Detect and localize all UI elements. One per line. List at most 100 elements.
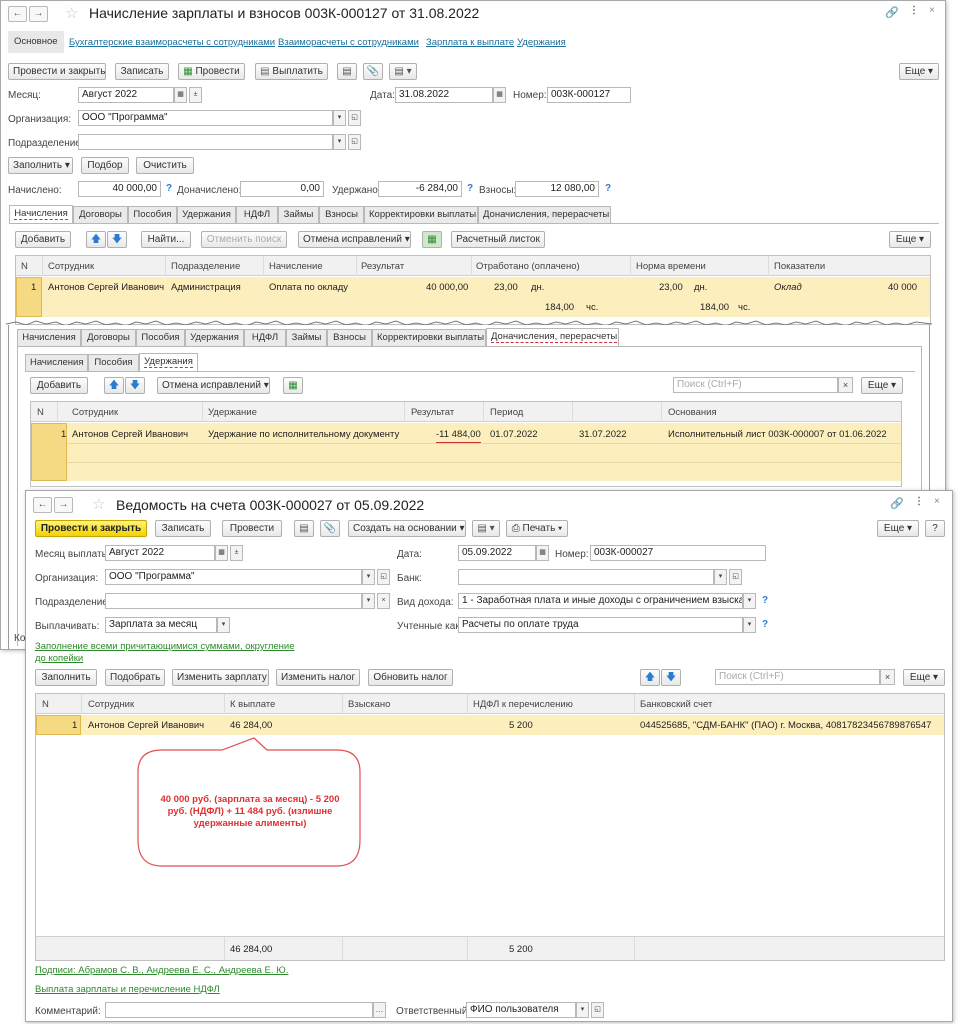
w3-dept-dropdown-icon[interactable]: ▾ <box>362 593 375 609</box>
w3-document-dropdown-icon[interactable]: ▤ ▾ <box>472 520 500 537</box>
w3-fill-button[interactable]: Заполнить <box>35 669 97 686</box>
w3-col-n[interactable]: N <box>42 699 49 710</box>
w3-col-account[interactable]: Банковский счет <box>640 699 712 710</box>
w3-help-button[interactable]: ? <box>925 520 945 537</box>
clear-button[interactable]: Очистить <box>136 157 194 174</box>
w2-tab-accruals[interactable]: Начисления <box>17 329 81 346</box>
col-employee[interactable]: Сотрудник <box>48 261 94 272</box>
w3-income-dropdown-icon[interactable]: ▾ <box>743 593 756 609</box>
nav-tab-settlements[interactable]: Взаиморасчеты с сотрудниками <box>278 37 419 48</box>
cancel-search-button[interactable]: Отменить поиск <box>201 231 287 248</box>
month-field[interactable]: Август 2022 <box>78 87 174 103</box>
w3-report-icon[interactable]: ▤ <box>294 520 314 537</box>
w3-calendar-icon[interactable]: ▦ <box>215 545 228 561</box>
move-down-icon[interactable]: 🡇 <box>107 231 127 248</box>
w3-more-button[interactable]: Еще ▾ <box>877 520 919 537</box>
w3-print-button[interactable]: ⎙ Печать ▾ <box>506 520 568 537</box>
payslip-button[interactable]: Расчетный листок <box>451 231 545 248</box>
w2-more-button[interactable]: Еще ▾ <box>861 377 903 394</box>
contrib-help-icon[interactable]: ? <box>605 183 611 194</box>
w2-table-settings-icon[interactable]: ▦ <box>283 377 303 394</box>
table-row[interactable]: 1 Антонов Сергей Иванович Администрация … <box>16 277 930 317</box>
w2-subtab-benefits[interactable]: Пособия <box>88 354 139 371</box>
calendar-icon[interactable]: ▦ <box>174 87 187 103</box>
w2-table-row[interactable]: 1 Антонов Сергей Иванович Удержание по и… <box>31 423 901 481</box>
col-department[interactable]: Подразделение <box>171 261 240 272</box>
w3-dept-field[interactable] <box>105 593 362 609</box>
w2-tab-contributions[interactable]: Взносы <box>327 329 372 346</box>
w3-favorite-star-icon[interactable]: ☆ <box>92 495 105 513</box>
more-button[interactable]: Еще ▾ <box>899 63 939 80</box>
w3-search-clear-icon[interactable]: × <box>880 669 895 685</box>
col-indicators[interactable]: Показатели <box>774 261 825 272</box>
w2-tab-loans[interactable]: Займы <box>286 329 327 346</box>
post-and-close-button[interactable]: Провести и закрыть <box>8 63 106 80</box>
favorite-star-icon[interactable]: ☆ <box>65 4 78 22</box>
print-dropdown-icon[interactable]: ▤ ▾ <box>389 63 417 80</box>
w3-move-down-icon[interactable]: 🡇 <box>661 669 681 686</box>
tab-payout-corrections[interactable]: Корректировки выплаты <box>364 206 478 223</box>
w3-bank-field[interactable] <box>458 569 714 585</box>
link-icon[interactable]: 🔗 <box>885 6 899 19</box>
w2-cancel-fixes-button[interactable]: Отмена исправлений ▾ <box>157 377 270 394</box>
w2-search-input[interactable]: Поиск (Ctrl+F) <box>673 377 838 393</box>
w3-update-tax-button[interactable]: Обновить налог <box>368 669 453 686</box>
attachment-icon[interactable]: 📎 <box>363 63 383 80</box>
tab-loans[interactable]: Займы <box>278 206 319 223</box>
w2-col-n[interactable]: N <box>37 407 44 418</box>
move-up-icon[interactable]: 🡅 <box>86 231 106 248</box>
w3-col-collected[interactable]: Взыскано <box>348 699 390 710</box>
fill-button[interactable]: Заполнить ▾ <box>8 157 73 174</box>
tab-ndfl[interactable]: НДФЛ <box>236 206 278 223</box>
post-button[interactable]: ▦ Провести <box>178 63 245 80</box>
w3-responsible-field[interactable]: ФИО пользователя <box>466 1002 576 1018</box>
dept-field[interactable] <box>78 134 333 150</box>
nav-tab-deductions[interactable]: Удержания <box>517 37 566 48</box>
w3-move-up-icon[interactable]: 🡅 <box>640 669 660 686</box>
back-button[interactable]: ← <box>8 6 27 22</box>
w3-signatures-link[interactable]: Подписи: Абрамов С. В., Андреева Е. С., … <box>35 965 288 976</box>
w3-change-tax-button[interactable]: Изменить налог <box>276 669 360 686</box>
w3-income-help-icon[interactable]: ? <box>762 595 768 606</box>
w3-income-field[interactable]: 1 - Заработная плата и иные доходы с огр… <box>458 593 743 609</box>
w3-close-icon[interactable]: × <box>934 496 940 507</box>
nav-tab-accounting[interactable]: Бухгалтерские взаиморасчеты с сотрудника… <box>69 37 275 48</box>
w2-tab-payout-corrections[interactable]: Корректировки выплаты <box>372 329 486 346</box>
w3-forward-button[interactable]: → <box>54 497 73 513</box>
grid-more-button[interactable]: Еще ▾ <box>889 231 931 248</box>
w3-col-employee[interactable]: Сотрудник <box>88 699 134 710</box>
w3-bank-open-icon[interactable]: ◱ <box>729 569 742 585</box>
w3-comment-field[interactable] <box>105 1002 373 1018</box>
w2-col-period[interactable]: Период <box>490 407 523 418</box>
w2-tab-recalculations[interactable]: Доначисления, перерасчеты <box>486 328 619 346</box>
tab-recalculations[interactable]: Доначисления, перерасчеты <box>478 206 611 223</box>
dept-dropdown-icon[interactable]: ▾ <box>333 134 346 150</box>
w3-month-field[interactable]: Август 2022 <box>105 545 215 561</box>
w3-pay-dropdown-icon[interactable]: ▾ <box>217 617 230 633</box>
w3-fill-mode-link[interactable]: Заполнение всеми причитающимися суммами,… <box>35 641 300 665</box>
w3-grid-more-button[interactable]: Еще ▾ <box>903 669 945 686</box>
w2-col-result[interactable]: Результат <box>411 407 454 418</box>
w3-menu-icon[interactable]: ⋮ <box>914 496 924 507</box>
w3-org-dropdown-icon[interactable]: ▾ <box>362 569 375 585</box>
dept-open-icon[interactable]: ◱ <box>348 134 361 150</box>
w3-dept-clear-icon[interactable]: × <box>377 593 390 609</box>
w3-col-ndfl[interactable]: НДФЛ к перечислению <box>473 699 573 710</box>
w3-org-open-icon[interactable]: ◱ <box>377 569 390 585</box>
w3-col-to-pay[interactable]: К выплате <box>230 699 275 710</box>
w3-change-salary-button[interactable]: Изменить зарплату <box>172 669 269 686</box>
w3-pay-field[interactable]: Зарплата за месяц <box>105 617 217 633</box>
w2-tab-contracts[interactable]: Договоры <box>81 329 136 346</box>
w2-tab-deductions[interactable]: Удержания <box>185 329 244 346</box>
col-norm[interactable]: Норма времени <box>636 261 706 272</box>
col-result[interactable]: Результат <box>361 261 404 272</box>
w3-date-field[interactable]: 05.09.2022 <box>458 545 536 561</box>
w3-back-button[interactable]: ← <box>33 497 52 513</box>
nav-tab-main[interactable]: Основное <box>8 31 64 53</box>
w3-save-button[interactable]: Записать <box>155 520 211 537</box>
date-field[interactable]: 31.08.2022 <box>395 87 493 103</box>
org-open-icon[interactable]: ◱ <box>348 110 361 126</box>
org-field[interactable]: ООО "Программа" <box>78 110 333 126</box>
w2-subtab-deductions[interactable]: Удержания <box>139 353 198 371</box>
w2-add-button[interactable]: Добавить <box>30 377 88 394</box>
